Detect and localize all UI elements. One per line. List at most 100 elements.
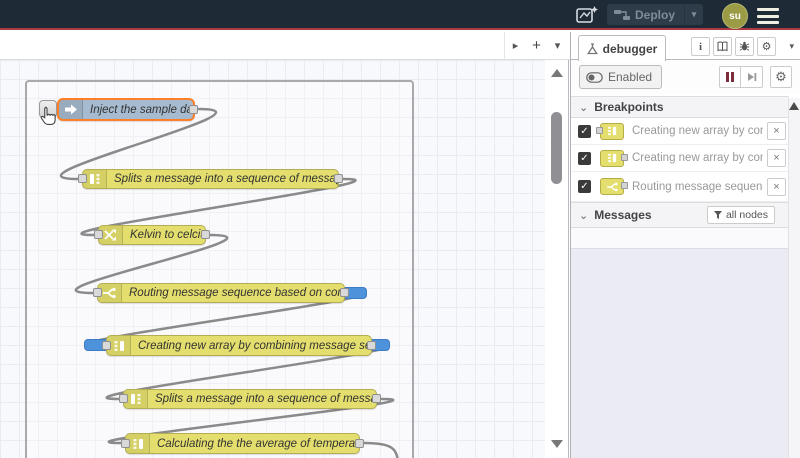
breakpoint-label: Creating new array by combining message …	[632, 152, 763, 164]
messages-toolbar-strip	[571, 228, 789, 249]
info-tab-button[interactable]: i	[691, 37, 710, 56]
flow-canvas[interactable]: Inject the sample data Splits a message …	[0, 60, 570, 458]
export-flow-button[interactable]	[573, 4, 601, 26]
scrollbar-thumb[interactable]	[551, 112, 562, 184]
deploy-button[interactable]: Deploy ▾	[607, 4, 703, 25]
remove-breakpoint-button[interactable]: ×	[767, 149, 786, 167]
debug-tab-button[interactable]	[735, 37, 754, 56]
output-port[interactable]	[189, 104, 198, 114]
breakpoint-label: Creating new array by combining message …	[632, 125, 763, 137]
output-port[interactable]	[372, 394, 381, 403]
user-avatar[interactable]: su	[722, 3, 748, 29]
input-port[interactable]	[78, 174, 87, 183]
debugger-enabled-toggle[interactable]: Enabled	[579, 65, 663, 89]
output-port[interactable]	[201, 230, 210, 239]
breakpoints-title: Breakpoints	[594, 100, 664, 114]
menu-bar	[757, 21, 779, 24]
output-port[interactable]	[367, 340, 376, 350]
input-port[interactable]	[102, 340, 111, 350]
breakpoint-label: Routing message sequence based on condit…	[632, 180, 763, 193]
enabled-label: Enabled	[608, 70, 653, 84]
breakpoint-row[interactable]: ✓ Creating new array by combining messag…	[571, 118, 789, 145]
flow-node-change[interactable]: Kelvin to celcius	[94, 225, 210, 245]
wire[interactable]	[362, 441, 399, 458]
filter-label: all nodes	[725, 209, 768, 221]
scroll-up-arrow[interactable]	[551, 69, 563, 77]
node-label: Inject the sample data	[90, 103, 193, 116]
flow-node-join[interactable]: Calculating the the average of temperatu…	[121, 433, 364, 454]
sidebar-options-caret[interactable]: ▾	[789, 41, 794, 52]
flow-node-switch[interactable]: Routing message sequence based on condit…	[93, 283, 349, 303]
messages-title: Messages	[594, 208, 652, 222]
pause-button[interactable]	[719, 66, 741, 88]
join-node-mini-icon	[600, 149, 628, 167]
input-port[interactable]	[121, 438, 130, 448]
switch-node-mini-icon	[600, 178, 628, 195]
canvas-divider	[568, 60, 569, 458]
node-label: Splits a message into a sequence of mess…	[155, 393, 376, 405]
output-port[interactable]	[334, 174, 343, 183]
output-port[interactable]	[340, 288, 349, 297]
node-label: Creating new array by combining message …	[138, 339, 371, 352]
input-port[interactable]	[119, 394, 128, 403]
breakpoints-section-header[interactable]: ⌄ Breakpoints	[571, 96, 789, 118]
join-node-mini-icon	[596, 122, 624, 140]
menu-bar	[757, 14, 779, 18]
tab-label: debugger	[602, 41, 658, 56]
breakpoint-checkbox[interactable]: ✓	[578, 124, 591, 138]
deploy-nodes-icon	[614, 9, 630, 21]
messages-empty-area	[571, 249, 789, 458]
remove-breakpoint-button[interactable]: ×	[767, 177, 786, 196]
collapse-chevron-icon: ⌄	[579, 101, 589, 114]
remove-breakpoint-button[interactable]: ×	[767, 122, 786, 140]
flow-node-inject[interactable]: Inject the sample data	[57, 98, 198, 121]
tab-debugger[interactable]: debugger	[578, 35, 666, 62]
bug-icon	[739, 41, 750, 51]
breakpoint-row[interactable]: ✓ Creating new array by combining messag…	[571, 145, 789, 172]
sidebar-scroll-up-arrow[interactable]	[789, 102, 799, 110]
config-tab-button[interactable]: ⚙	[757, 37, 776, 56]
flow-list-button[interactable]: ▾	[547, 32, 568, 59]
input-port[interactable]	[94, 230, 103, 239]
input-port[interactable]	[93, 288, 102, 297]
step-button[interactable]	[741, 66, 763, 88]
messages-section-header[interactable]: ⌄ Messages all nodes	[571, 202, 789, 228]
menu-bar	[757, 8, 779, 11]
toggle-icon	[586, 71, 603, 83]
node-label: Routing message sequence based on condit…	[129, 287, 344, 299]
debugger-toolbar: Enabled ⚙	[571, 60, 800, 94]
flow-node-split[interactable]: Splits a message into a sequence of mess…	[78, 169, 343, 189]
book-icon	[717, 41, 728, 52]
canvas-scrollbar	[545, 60, 568, 458]
scroll-down-arrow[interactable]	[551, 440, 563, 448]
help-tab-button[interactable]	[713, 37, 732, 56]
message-filter-button[interactable]: all nodes	[706, 206, 775, 224]
deploy-label: Deploy	[635, 7, 676, 22]
step-icon	[747, 73, 756, 81]
inject-icon	[59, 100, 83, 119]
flow-node-split[interactable]: Splits a message into a sequence of mess…	[119, 389, 381, 409]
flow-export-icon	[576, 6, 598, 23]
tab-scroll-right-button[interactable]: ▸	[505, 32, 526, 59]
add-flow-button[interactable]: +	[526, 32, 547, 59]
node-label: Kelvin to celcius	[130, 229, 205, 241]
header-bar: Deploy ▾ su	[0, 0, 800, 30]
node-label: Splits a message into a sequence of mess…	[114, 173, 338, 185]
output-port[interactable]	[355, 438, 364, 448]
node-red-window: Deploy ▾ su ▸ + ▾ Inject the sample data…	[0, 0, 800, 458]
sidebar-scrollbar	[788, 98, 800, 458]
debugger-icon	[586, 42, 598, 54]
pause-icon	[726, 72, 729, 82]
deploy-options-caret[interactable]: ▾	[685, 9, 703, 20]
flow-node-join[interactable]: Creating new array by combining message …	[102, 335, 376, 356]
debugger-settings-button[interactable]: ⚙	[770, 66, 792, 88]
sidebar-panel: debugger i ⚙ ▾ Enabled ⚙ ⌄ Breakpoints ✓…	[570, 32, 800, 458]
main-menu-button[interactable]	[757, 8, 779, 24]
node-label: Calculating the the average of temperatu…	[157, 437, 359, 450]
breakpoint-checkbox[interactable]: ✓	[578, 180, 591, 193]
workspace-tabbar: ▸ + ▾	[0, 32, 570, 60]
sidebar-tabbar: debugger i ⚙ ▾	[571, 32, 800, 62]
breakpoint-row[interactable]: ✓ Routing message sequence based on cond…	[571, 172, 789, 202]
collapse-chevron-icon: ⌄	[579, 209, 589, 222]
breakpoint-checkbox[interactable]: ✓	[578, 151, 591, 165]
